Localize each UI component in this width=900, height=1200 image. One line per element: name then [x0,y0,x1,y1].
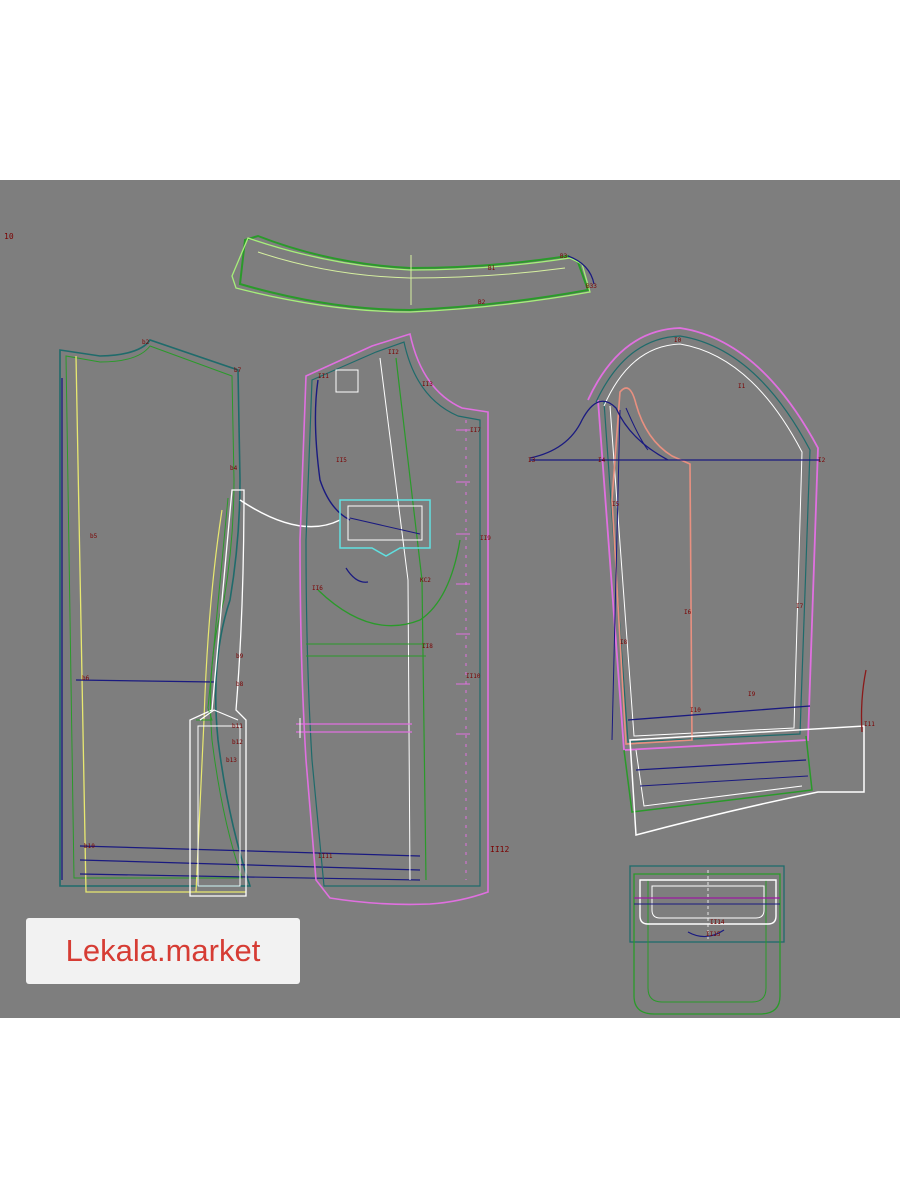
sleeve-label: I0 [674,337,682,344]
pattern-drawing: B3 B2 B1 B33 b2 b4 b5 b6 b10 b7 b9 b8 b1… [59,234,875,1015]
pocket-piece: II14 II15 [629,865,785,1015]
sleeve-label: I5 [612,501,620,508]
front-label: II12 [490,845,509,854]
watermark-logo: Lekala.market [26,918,300,984]
front-label: II2 [388,349,399,356]
front-label: II5 [336,457,347,464]
corner-mark: 10 [4,232,14,241]
back-label: b7 [234,367,242,374]
sleeve-label: I4 [598,457,606,464]
front-label: II10 [466,673,481,680]
sleeve-label: I6 [684,609,692,616]
sleeve-label: I8 [620,639,628,646]
side-label: b8 [236,681,244,688]
front-label: II7 [470,427,481,434]
collar-label: B33 [586,283,597,290]
front-label: II1 [318,373,329,380]
front-label: II6 [312,585,323,592]
back-label: b5 [90,533,98,540]
sleeve-label: I2 [818,457,826,464]
front-label: KC2 [420,577,431,584]
collar-label: B1 [488,265,496,272]
back-label: b6 [82,675,90,682]
collar-piece: B3 B2 B1 B33 [231,234,597,313]
sleeve-label: I10 [690,707,701,714]
front-label: II3 [422,381,433,388]
sleeve-piece: I0 I1 I2 I3 I4 I5 I6 I7 I8 I9 I10 I11 [528,327,875,836]
collar-label: B2 [478,299,486,306]
front-label: II8 [422,643,433,650]
pocket-label: II14 [710,919,725,926]
sleeve-label: I1 [738,383,746,390]
front-label: II9 [480,535,491,542]
front-label: II11 [318,853,333,860]
side-label: b11 [232,723,243,730]
pattern-canvas: B3 B2 B1 B33 b2 b4 b5 b6 b10 b7 b9 b8 b1… [0,180,900,1018]
side-panel-piece: b9 b8 b11 b12 b13 [189,489,341,897]
back-label: b10 [84,843,95,850]
back-label: b4 [230,465,238,472]
side-label: b13 [226,757,237,764]
back-label: b2 [142,339,150,346]
side-label: b9 [236,653,244,660]
side-label: b12 [232,739,243,746]
sleeve-label: I9 [748,691,756,698]
sleeve-label: I7 [796,603,804,610]
pocket-label: II15 [706,931,721,938]
sleeve-label: I3 [528,457,536,464]
front-piece: II2 II1 II3 II5 II6 II7 KC2 II8 II9 II10… [296,332,509,906]
sleeve-label: I11 [864,721,875,728]
collar-label: B3 [560,253,568,260]
